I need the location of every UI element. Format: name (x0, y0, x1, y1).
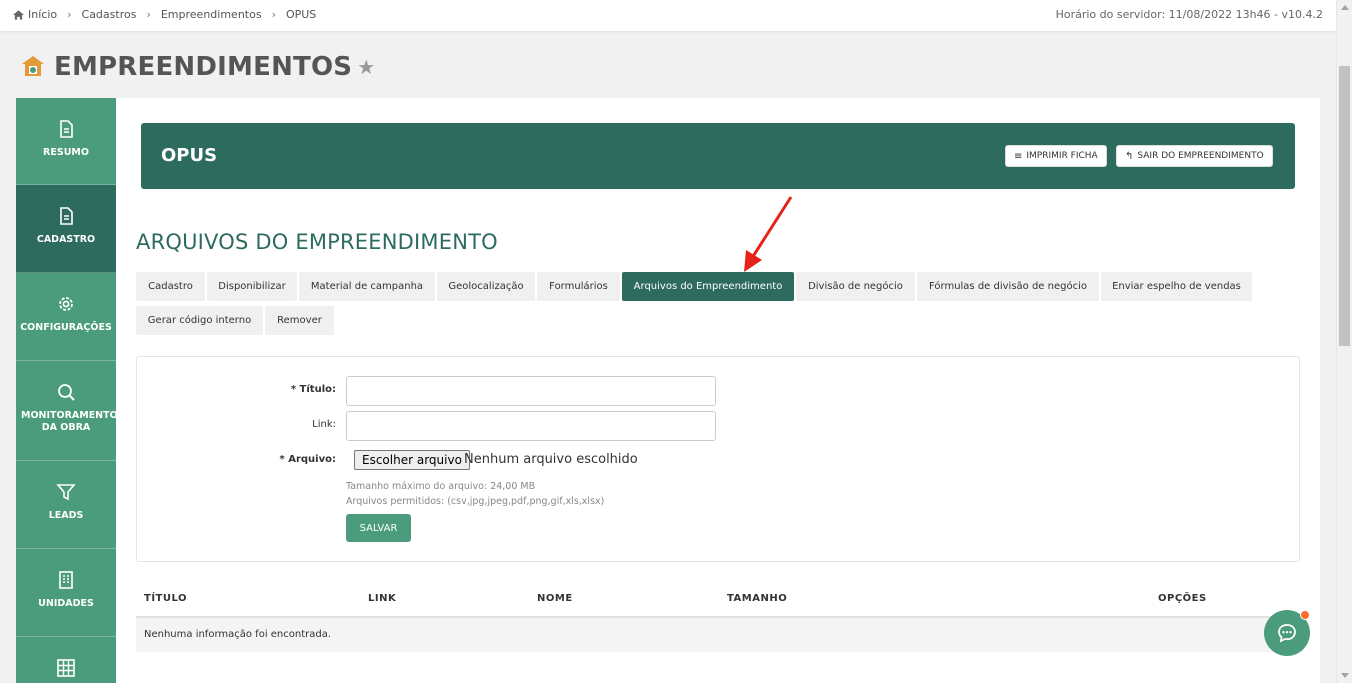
tab-gerar-codigo[interactable]: Gerar código interno (136, 306, 263, 335)
tab-formulas-divisao[interactable]: Fórmulas de divisão de negócio (917, 272, 1099, 301)
funnel-icon (56, 484, 76, 501)
title-field-label: * Título: (290, 384, 336, 395)
sidebar-item-label: RESUMO (43, 147, 89, 158)
breadcrumb-empreendimentos[interactable]: Empreendimentos (161, 8, 262, 21)
server-time: Horário do servidor: 11/08/2022 13h46 - … (1055, 8, 1323, 21)
top-bar: Início › Cadastros › Empreendimentos › O… (0, 0, 1336, 31)
chat-button[interactable] (1264, 610, 1310, 656)
chat-bubble-icon (1278, 624, 1296, 643)
sidebar-item-label: CADASTRO (36, 234, 96, 245)
tab-divisao-negocio[interactable]: Divisão de negócio (796, 272, 915, 301)
print-button[interactable]: ≡ IMPRIMIR FICHA (1005, 145, 1107, 167)
table-row: Nenhuma informação foi encontrada. (136, 618, 1300, 652)
section-title: ARQUIVOS DO EMPREENDIMENTO (136, 230, 498, 254)
vertical-scrollbar[interactable] (1336, 0, 1352, 683)
tab-material-campanha[interactable]: Material de campanha (299, 272, 435, 301)
sidebar-item-label: LEADS (48, 510, 84, 521)
file-icon (60, 120, 73, 138)
scroll-down-arrow[interactable] (1341, 673, 1349, 678)
title-input[interactable] (346, 376, 716, 406)
scroll-up-arrow[interactable] (1341, 5, 1349, 10)
enterprise-banner: OPUS ≡ IMPRIMIR FICHA ↰ SAIR DO EMPREEND… (141, 123, 1295, 189)
breadcrumb: Início › Cadastros › Empreendimentos › O… (13, 8, 316, 21)
sidebar-item-cadastro[interactable]: CADASTRO (16, 185, 116, 273)
sidebar-item-resumo[interactable]: RESUMO (16, 98, 116, 185)
chevron-right-icon: › (146, 8, 151, 21)
page-header: EMPREENDIMENTOS ★ (20, 52, 375, 82)
star-icon[interactable]: ★ (357, 55, 375, 79)
reply-icon: ↰ (1125, 150, 1134, 162)
chevron-right-icon: › (67, 8, 72, 21)
grid-icon (57, 659, 75, 677)
breadcrumb-home[interactable]: Início (28, 8, 57, 21)
tab-arquivos-empreendimento[interactable]: Arquivos do Empreendimento (622, 272, 794, 301)
sidebar-item-leads[interactable]: LEADS (16, 461, 116, 549)
sidebar: RESUMO CADASTRO CONFIGURAÇÕES MONITORAME… (16, 98, 118, 683)
page-title: EMPREENDIMENTOS (54, 52, 353, 82)
column-header-nome[interactable]: NOME (537, 593, 573, 604)
building-logo-icon (22, 56, 44, 76)
column-header-titulo[interactable]: TÍTULO (144, 593, 187, 604)
save-button[interactable]: SALVAR (346, 514, 411, 542)
column-header-link[interactable]: LINK (368, 593, 396, 604)
home-icon (13, 9, 24, 20)
link-field-label: Link: (312, 419, 336, 430)
file-icon (60, 207, 73, 225)
sidebar-item-label: UNIDADES (38, 598, 94, 609)
print-button-label: IMPRIMIR FICHA (1026, 151, 1098, 161)
allowed-types-hint: Arquivos permitidos: (csv,jpg,jpeg,pdf,p… (346, 496, 605, 507)
link-input[interactable] (346, 411, 716, 441)
gear-icon (59, 297, 73, 311)
exit-enterprise-button[interactable]: ↰ SAIR DO EMPREENDIMENTO (1116, 145, 1273, 167)
chevron-right-icon: › (271, 8, 276, 21)
empty-table-message: Nenhuma informação foi encontrada. (144, 629, 332, 640)
tab-enviar-espelho[interactable]: Enviar espelho de vendas (1101, 272, 1252, 301)
scrollbar-thumb[interactable] (1339, 66, 1350, 346)
column-header-opcoes: OPÇÕES (1158, 593, 1207, 604)
sidebar-item-unidades[interactable]: UNIDADES (16, 549, 116, 637)
tab-remover[interactable]: Remover (265, 306, 334, 335)
sidebar-item-more[interactable] (16, 637, 116, 683)
sidebar-item-configuracoes[interactable]: CONFIGURAÇÕES (16, 273, 116, 361)
enterprise-name: OPUS (161, 145, 218, 166)
sidebar-item-label: CONFIGURAÇÕES (20, 322, 112, 333)
red-annotation-arrow-icon (744, 196, 793, 272)
list-icon: ≡ (1014, 150, 1023, 162)
tab-cadastro[interactable]: Cadastro (136, 272, 205, 301)
breadcrumb-cadastros[interactable]: Cadastros (82, 8, 137, 21)
file-status-text: Nenhum arquivo escolhido (464, 452, 638, 467)
tab-disponibilizar[interactable]: Disponibilizar (207, 272, 297, 301)
file-field-label: * Arquivo: (279, 454, 336, 465)
tab-geolocalizacao[interactable]: Geolocalização (437, 272, 535, 301)
column-header-tamanho[interactable]: TAMANHO (727, 593, 787, 604)
exit-button-label: SAIR DO EMPREENDIMENTO (1137, 151, 1264, 161)
breadcrumb-current: OPUS (285, 8, 317, 21)
sidebar-item-label: MONITORAMENTO DA OBRA (21, 410, 118, 433)
building-icon (59, 571, 73, 589)
max-size-hint: Tamanho máximo do arquivo: 24,00 MB (346, 481, 536, 492)
search-icon (58, 384, 75, 401)
tab-formularios[interactable]: Formulários (537, 272, 620, 301)
notification-dot (1300, 610, 1310, 620)
sidebar-item-monitoramento[interactable]: MONITORAMENTO DA OBRA (16, 361, 118, 461)
choose-file-button[interactable]: Escolher arquivo (354, 450, 470, 470)
